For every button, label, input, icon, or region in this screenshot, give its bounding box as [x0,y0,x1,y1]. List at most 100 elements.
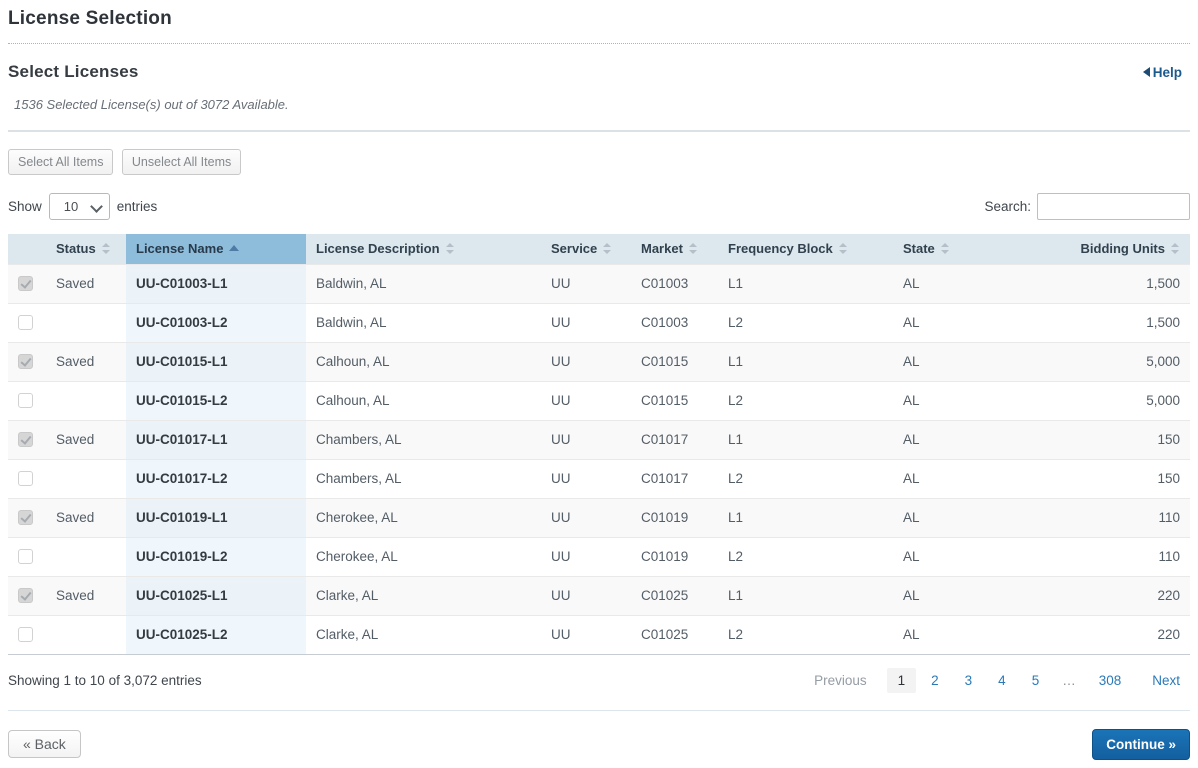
frequency-block-cell: L2 [718,380,893,420]
state-cell: AL [893,458,1023,498]
service-cell: UU [541,575,631,615]
back-button[interactable]: « Back [8,730,81,758]
row-checkbox[interactable] [18,432,33,448]
license-name-cell: UU-C01019-L1 [126,497,306,537]
license-name-cell: UU-C01015-L1 [126,341,306,381]
pagination-page-2[interactable]: 2 [920,668,950,693]
unselect-all-button[interactable]: Unselect All Items [121,149,242,175]
row-checkbox[interactable] [18,315,33,331]
market-cell: C01019 [631,536,718,576]
column-header-license-description[interactable]: License Description [306,234,541,264]
table-row: Saved UU-C01003-L1 Baldwin, AL UU C01003… [8,263,1190,303]
pagination-page-4[interactable]: 4 [987,668,1017,693]
status-cell: Saved [46,575,126,615]
service-cell: UU [541,536,631,576]
checkbox-column-header [8,234,46,264]
market-cell: C01015 [631,380,718,420]
license-name-cell: UU-C01025-L2 [126,614,306,654]
checkbox-cell [8,458,46,498]
state-cell: AL [893,302,1023,342]
column-header-status[interactable]: Status [46,234,126,264]
sort-both-icon [838,242,848,255]
pagination-next[interactable]: Next [1142,668,1190,693]
table-row: UU-C01019-L2 Cherokee, AL UU C01019 L2 A… [8,536,1190,576]
service-cell: UU [541,614,631,654]
select-all-button[interactable]: Select All Items [8,149,114,175]
market-cell: C01015 [631,341,718,381]
sort-both-icon [1171,242,1180,255]
frequency-block-cell: L1 [718,341,893,381]
market-cell: C01025 [631,614,718,654]
license-description-cell: Clarke, AL [306,614,541,654]
search-control: Search: [984,193,1190,220]
search-label: Search: [984,199,1031,214]
table-row: UU-C01003-L2 Baldwin, AL UU C01003 L2 AL… [8,302,1190,342]
column-header-state[interactable]: State [893,234,1023,264]
checkbox-cell [8,263,46,303]
checkbox-cell [8,614,46,654]
column-header-market[interactable]: Market [631,234,718,264]
column-header-service[interactable]: Service [541,234,631,264]
pagination-page-3[interactable]: 3 [954,668,984,693]
status-cell [46,614,126,654]
row-checkbox[interactable] [18,549,33,565]
row-checkbox[interactable] [18,627,33,643]
sort-both-icon [940,242,950,255]
sort-both-icon [688,242,698,255]
license-name-cell: UU-C01003-L1 [126,263,306,303]
help-link[interactable]: Help [1142,65,1182,80]
row-checkbox[interactable] [18,471,33,487]
status-cell [46,380,126,420]
continue-button[interactable]: Continue » [1092,728,1190,760]
service-cell: UU [541,302,631,342]
column-header-bidding-units[interactable]: Bidding Units [1023,234,1190,264]
license-name-cell: UU-C01015-L2 [126,380,306,420]
row-checkbox[interactable] [18,588,33,604]
checkbox-cell [8,575,46,615]
pagination-page-5[interactable]: 5 [1021,668,1051,693]
service-cell: UU [541,263,631,303]
bottom-actions: « Back Continue » [8,728,1190,760]
entries-length-control: Show 10 entries [8,193,157,220]
state-cell: AL [893,536,1023,576]
bidding-units-cell: 5,000 [1023,341,1190,381]
state-cell: AL [893,263,1023,303]
selection-summary-text: 1536 Selected License(s) out of 3072 Ava… [14,97,289,112]
bidding-units-cell: 220 [1023,614,1190,654]
search-input[interactable] [1037,193,1190,220]
license-name-cell: UU-C01017-L2 [126,458,306,498]
state-cell: AL [893,419,1023,459]
bidding-units-cell: 220 [1023,575,1190,615]
entries-select[interactable]: 10 [48,193,110,220]
page-title: License Selection [8,8,172,29]
table-header-row: Status License Name License Description … [8,234,1190,264]
help-arrow-icon [1142,67,1150,77]
row-checkbox[interactable] [18,276,33,292]
license-description-cell: Cherokee, AL [306,497,541,537]
row-checkbox[interactable] [18,510,33,526]
license-description-cell: Calhoun, AL [306,380,541,420]
frequency-block-cell: L1 [718,497,893,537]
pagination-previous[interactable]: Previous [804,668,877,693]
sort-both-icon [101,242,111,255]
pagination-page-308[interactable]: 308 [1088,668,1133,693]
entries-label: entries [116,199,158,214]
row-checkbox[interactable] [18,354,33,370]
table-controls: Show 10 entries Search: [8,193,1190,220]
market-cell: C01019 [631,497,718,537]
checkbox-cell [8,536,46,576]
market-cell: C01003 [631,302,718,342]
bidding-units-cell: 5,000 [1023,380,1190,420]
license-description-cell: Baldwin, AL [306,302,541,342]
pagination-page-1-current[interactable]: 1 [886,667,917,693]
status-cell [46,302,126,342]
table-row: Saved UU-C01015-L1 Calhoun, AL UU C01015… [8,341,1190,381]
table-row: UU-C01015-L2 Calhoun, AL UU C01015 L2 AL… [8,380,1190,420]
status-cell [46,536,126,576]
row-checkbox[interactable] [18,393,33,409]
column-header-frequency-block[interactable]: Frequency Block [718,234,893,264]
bidding-units-cell: 150 [1023,419,1190,459]
market-cell: C01017 [631,458,718,498]
checkbox-cell [8,341,46,381]
column-header-license-name[interactable]: License Name [126,234,306,264]
